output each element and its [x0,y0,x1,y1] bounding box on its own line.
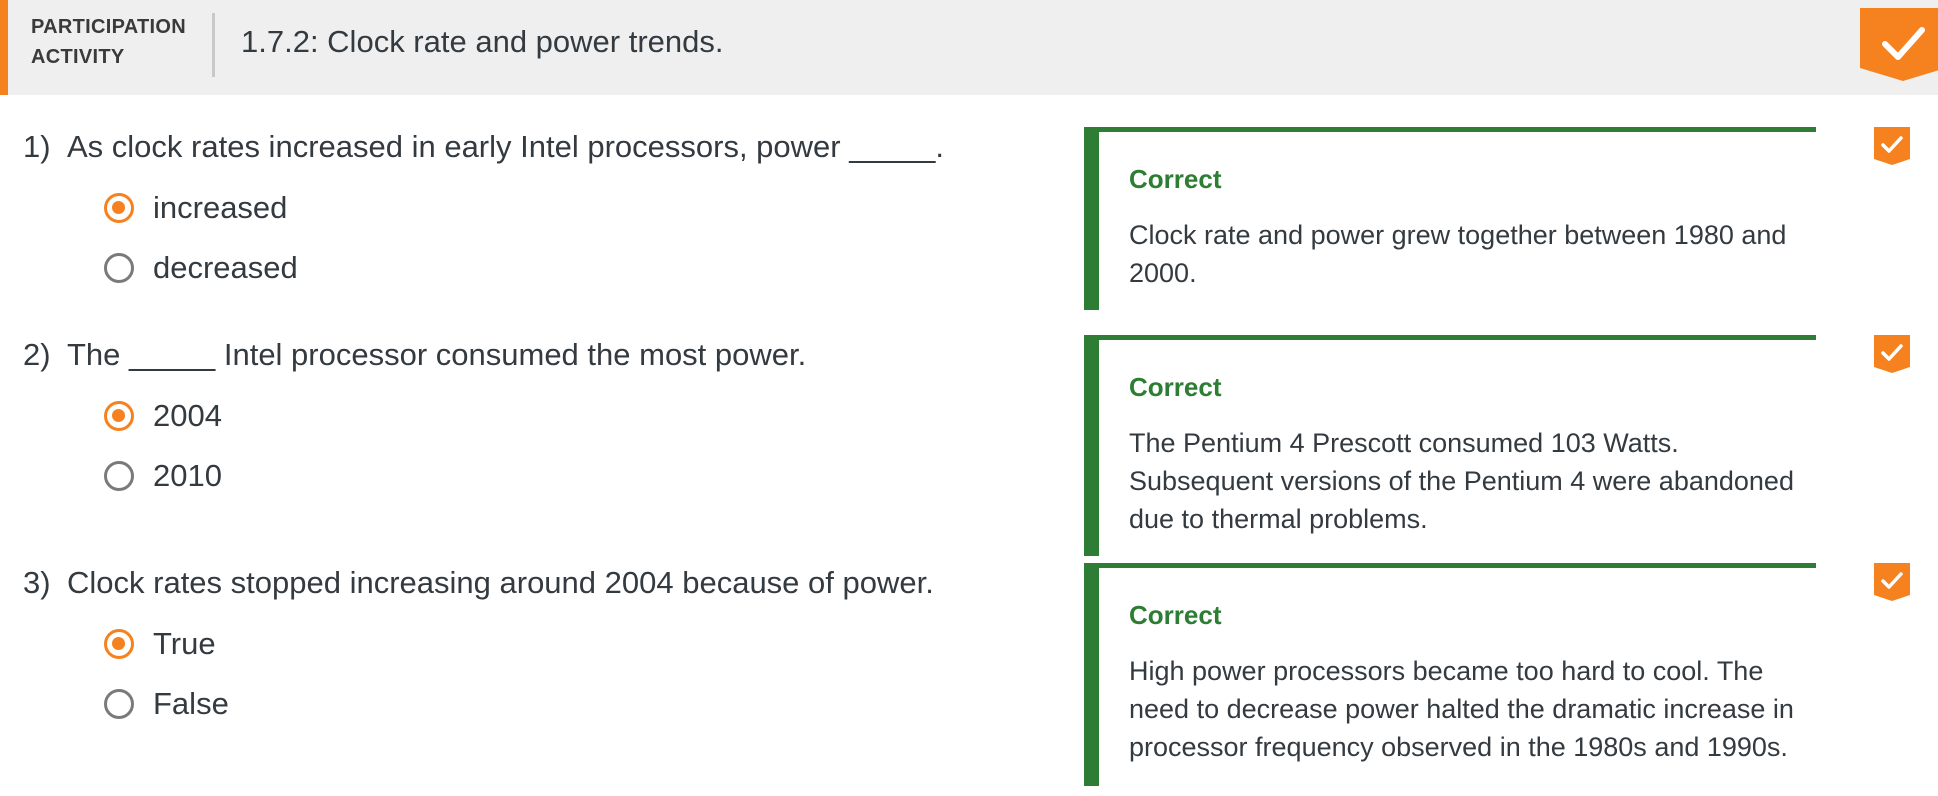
activity-type-line2: ACTIVITY [31,46,125,68]
option-label[interactable]: True [153,626,216,662]
activity-header: PARTICIPATION ACTIVITY 1.7.2: Clock rate… [0,0,1938,95]
question-number: 2) [23,337,51,372]
option-label[interactable]: increased [153,190,287,226]
activity-title: 1.7.2: Clock rate and power trends. [241,24,724,59]
feedback-status: Correct [1129,600,1222,630]
feedback-explanation: High power processors became too hard to… [1129,656,1794,762]
feedback-status: Correct [1129,372,1222,402]
feedback-status: Correct [1129,164,1222,194]
question-text: Clock rates stopped increasing around 20… [67,565,934,600]
activity-type-label: PARTICIPATION ACTIVITY [31,12,186,72]
option-label[interactable]: 2010 [153,458,222,494]
feedback-panel: Correct High power processors became too… [1084,563,1816,786]
question-number: 3) [23,565,51,600]
radio-unselected[interactable] [104,461,134,491]
correct-checkmark-icon [1874,335,1910,373]
option-label[interactable]: False [153,686,229,722]
feedback-panel: Correct The Pentium 4 Prescott consumed … [1084,335,1816,556]
option-label[interactable]: 2004 [153,398,222,434]
feedback-panel: Correct Clock rate and power grew togeth… [1084,127,1816,310]
radio-selected[interactable] [104,401,134,431]
feedback-explanation: Clock rate and power grew together betwe… [1129,220,1787,288]
correct-checkmark-icon [1874,563,1910,601]
answer-option-2004[interactable]: 2004 [104,396,222,436]
activity-type-line1: PARTICIPATION [31,16,187,38]
question-text: As clock rates increased in early Intel … [67,129,945,164]
radio-unselected[interactable] [104,689,134,719]
completion-checkmark-icon [1860,8,1938,81]
radio-selected[interactable] [104,193,134,223]
answer-option-false[interactable]: False [104,684,229,724]
header-divider [212,13,215,77]
answer-option-increased[interactable]: increased [104,188,287,228]
feedback-explanation: The Pentium 4 Prescott consumed 103 Watt… [1129,428,1794,534]
answer-option-decreased[interactable]: decreased [104,248,298,288]
option-label[interactable]: decreased [153,250,298,286]
question-number: 1) [23,129,51,164]
question-text: The _____ Intel processor consumed the m… [67,337,807,372]
radio-selected[interactable] [104,629,134,659]
answer-option-2010[interactable]: 2010 [104,456,222,496]
radio-unselected[interactable] [104,253,134,283]
answer-option-true[interactable]: True [104,624,216,664]
correct-checkmark-icon [1874,127,1910,165]
